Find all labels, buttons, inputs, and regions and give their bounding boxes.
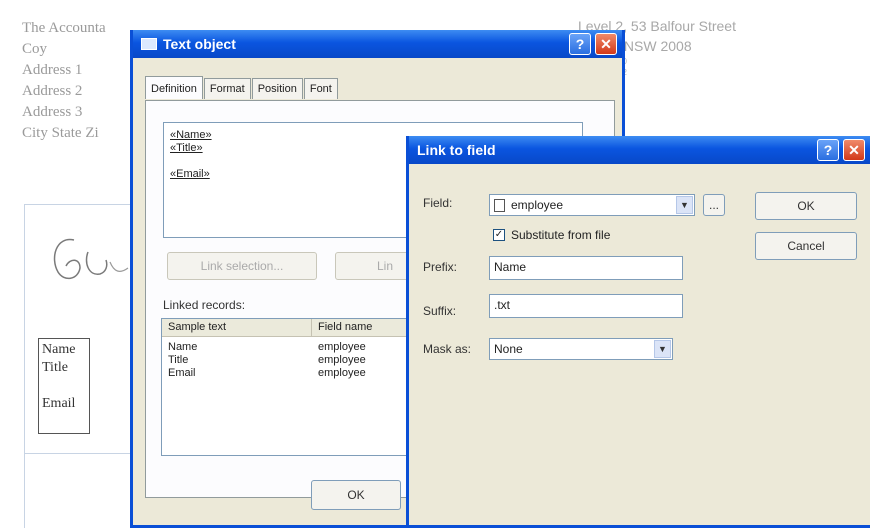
signature-image <box>53 238 129 280</box>
prefix-label: Prefix: <box>423 260 458 274</box>
help-icon[interactable]: ? <box>569 33 591 55</box>
mask-label: Mask as: <box>423 342 472 356</box>
tab-strip: Definition Format Position Font <box>145 76 339 99</box>
chevron-down-icon[interactable]: ▼ <box>654 340 671 358</box>
tab-position[interactable]: Position <box>251 78 303 99</box>
browse-button[interactable]: ... <box>703 194 725 216</box>
link-to-field-dialog: Link to field ? ✕ Field: employee ▼ ... … <box>406 136 870 528</box>
company-address-left: The Accounta Coy Address 1 Address 2 Add… <box>22 18 106 144</box>
tab-font[interactable]: Font <box>303 78 338 99</box>
substitute-from-file-checkbox[interactable]: ✓ Substitute from file <box>493 228 610 242</box>
linked-records-label: Linked records: <box>163 298 246 312</box>
row-field: employee <box>318 367 366 379</box>
merge-field-title: Title <box>42 360 68 375</box>
list-item[interactable]: Email employee <box>162 367 430 380</box>
address-line-2: Address 2 <box>22 83 83 99</box>
chevron-down-icon[interactable]: ▼ <box>676 196 693 214</box>
mask-select-value: None <box>494 342 523 356</box>
help-icon[interactable]: ? <box>817 139 839 161</box>
tab-definition[interactable]: Definition <box>145 76 203 99</box>
close-icon[interactable]: ✕ <box>843 139 865 161</box>
merge-field-name: Name <box>42 342 76 357</box>
list-item[interactable]: Title employee <box>162 354 430 367</box>
text-object-titlebar[interactable]: Text object <box>133 30 622 58</box>
list-item[interactable]: Name employee <box>162 341 430 354</box>
address-line-3: Address 3 <box>22 104 83 120</box>
checkmark-icon: ✓ <box>493 229 505 241</box>
merge-field-email: Email <box>42 396 76 411</box>
field-select[interactable]: employee ▼ <box>489 194 695 216</box>
prefix-input[interactable]: Name <box>489 256 683 280</box>
suffix-label: Suffix: <box>423 304 457 318</box>
row-field: employee <box>318 341 366 353</box>
row-field: employee <box>318 354 366 366</box>
link-field-titlebar[interactable]: Link to field <box>409 136 870 164</box>
mask-select[interactable]: None ▼ <box>489 338 673 360</box>
company-coy: Coy <box>22 41 48 57</box>
tab-format[interactable]: Format <box>203 78 251 99</box>
document-icon <box>494 198 505 212</box>
city-state-zip: City State Zi <box>22 125 99 141</box>
row-sample: Title <box>168 354 189 366</box>
close-icon[interactable]: ✕ <box>595 33 617 55</box>
dialog-title: Link to field <box>417 142 496 158</box>
company-name: The Accounta <box>22 20 106 36</box>
ok-button[interactable]: OK <box>755 192 857 220</box>
link-selection-button[interactable]: Link selection... <box>167 252 317 280</box>
column-sample-text[interactable]: Sample text <box>162 319 312 336</box>
window-icon <box>141 38 157 50</box>
field-label: Field: <box>423 196 453 210</box>
column-field-name[interactable]: Field name <box>312 319 412 336</box>
ok-button[interactable]: OK <box>311 480 401 510</box>
substitute-label: Substitute from file <box>511 228 611 242</box>
list-header: Sample text Field name <box>162 319 430 337</box>
row-sample: Email <box>168 367 196 379</box>
cancel-button[interactable]: Cancel <box>755 232 857 260</box>
field-select-value: employee <box>511 198 564 212</box>
merge-field-block[interactable]: Name Title Email <box>38 338 90 434</box>
address-line-1: Address 1 <box>22 62 83 78</box>
row-sample: Name <box>168 341 198 353</box>
linked-records-list[interactable]: Sample text Field name Name employee Tit… <box>161 318 431 456</box>
suffix-input[interactable]: .txt <box>489 294 683 318</box>
dialog-title: Text object <box>163 36 236 52</box>
